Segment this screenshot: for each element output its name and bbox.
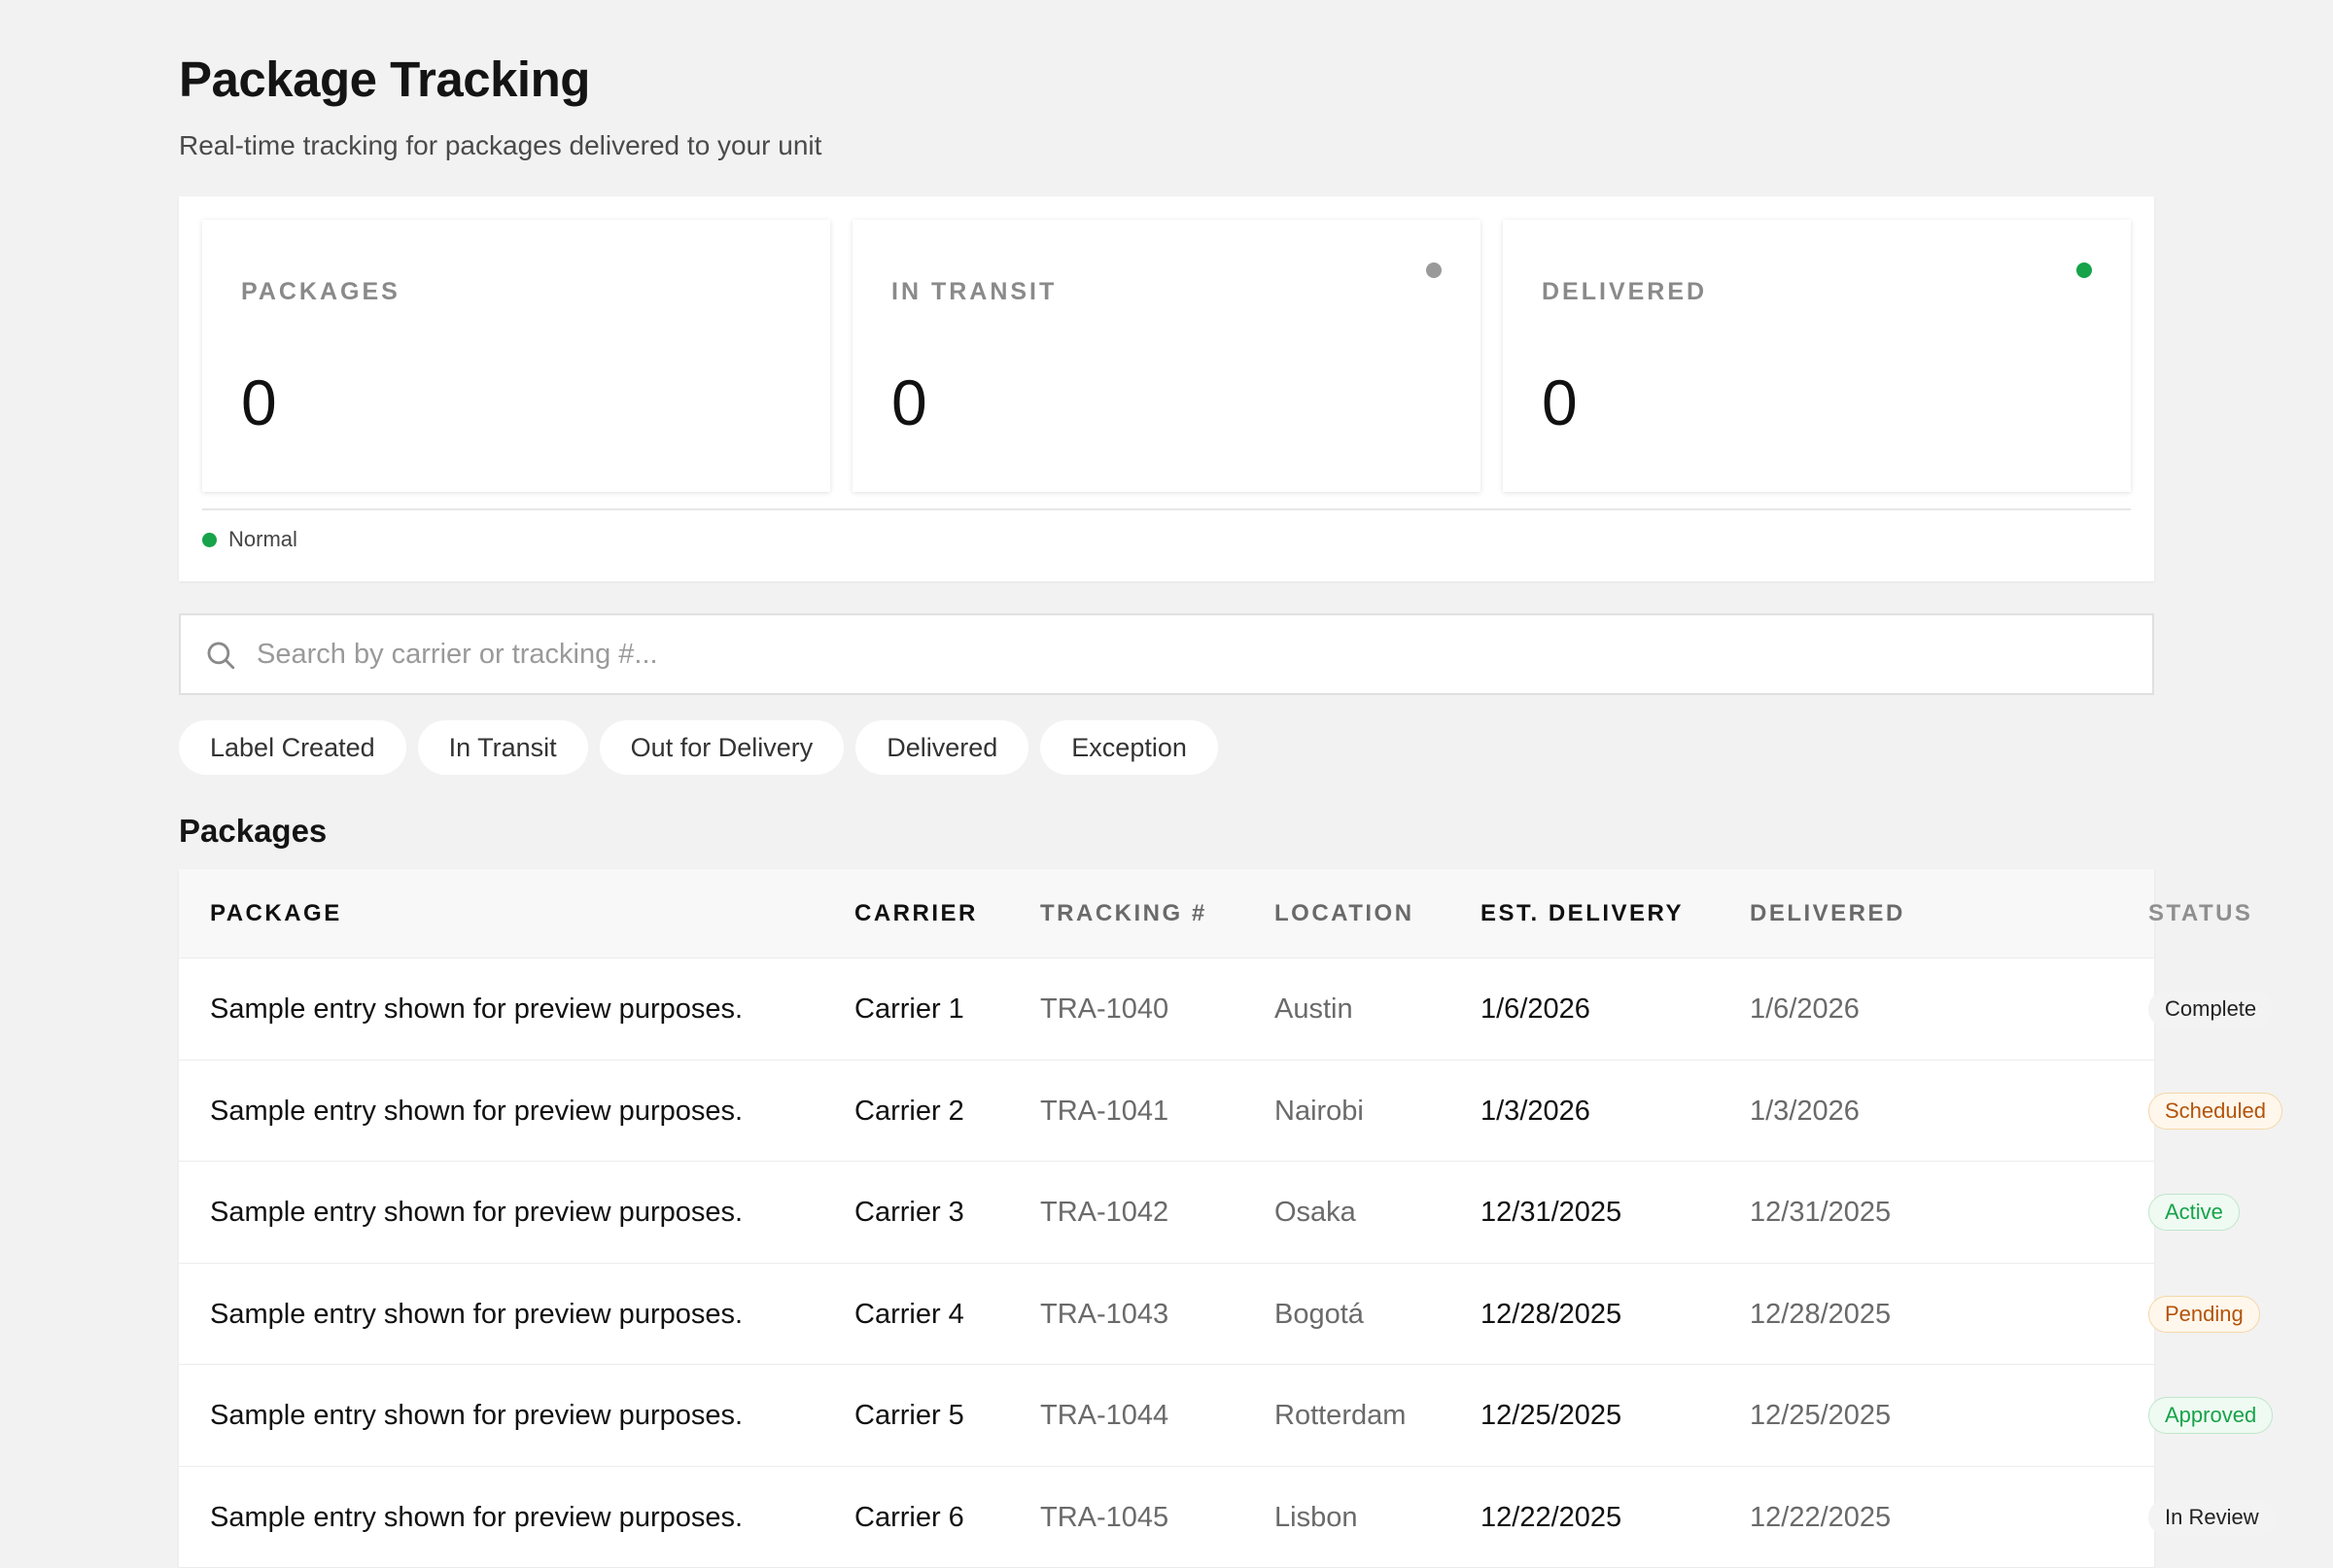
location-cell: Rotterdam <box>1274 1365 1406 1466</box>
status-badge: Scheduled <box>2148 1093 2282 1130</box>
stat-card-delivered: DELIVERED 0 <box>1503 220 2131 492</box>
delivered-date-cell: 12/28/2025 <box>1750 1264 1891 1365</box>
filter-chip-exception[interactable]: Exception <box>1040 720 1218 775</box>
table-row[interactable]: Sample entry shown for preview purposes.… <box>179 1264 2154 1366</box>
carrier-cell: Carrier 3 <box>854 1162 964 1263</box>
status-badge: Active <box>2148 1194 2240 1231</box>
status-cell: Pending <box>2148 1264 2260 1365</box>
package-cell: Sample entry shown for preview purposes. <box>210 1365 743 1466</box>
stats-panel: PACKAGES 0 IN TRANSIT 0 DELIVERED 0 Norm… <box>179 196 2154 581</box>
package-cell: Sample entry shown for preview purposes. <box>210 1467 743 1568</box>
status-cell: Approved <box>2148 1365 2273 1466</box>
page-title: Package Tracking <box>179 51 590 108</box>
filter-chip-in-transit[interactable]: In Transit <box>418 720 588 775</box>
tracking-number-cell: TRA-1044 <box>1040 1365 1168 1466</box>
status-cell: Complete <box>2148 958 2273 1060</box>
page-subtitle: Real-time tracking for packages delivere… <box>179 130 821 161</box>
status-badge: Pending <box>2148 1296 2260 1333</box>
carrier-cell: Carrier 1 <box>854 958 964 1060</box>
column-header-status[interactable]: STATUS <box>2148 869 2252 958</box>
stat-value: 0 <box>241 366 277 439</box>
tracking-number-cell: TRA-1040 <box>1040 958 1168 1060</box>
filter-chip-label-created[interactable]: Label Created <box>179 720 406 775</box>
table-header: PACKAGE CARRIER TRACKING # LOCATION EST.… <box>179 869 2154 958</box>
package-cell: Sample entry shown for preview purposes. <box>210 1162 743 1263</box>
stat-card-in-transit: IN TRANSIT 0 <box>853 220 1480 492</box>
delivered-date-cell: 12/22/2025 <box>1750 1467 1891 1568</box>
column-header-delivered[interactable]: DELIVERED <box>1750 869 1905 958</box>
carrier-cell: Carrier 5 <box>854 1365 964 1466</box>
delivered-date-cell: 12/31/2025 <box>1750 1162 1891 1263</box>
column-header-carrier[interactable]: CARRIER <box>854 869 978 958</box>
table-row[interactable]: Sample entry shown for preview purposes.… <box>179 1162 2154 1264</box>
table-row[interactable]: Sample entry shown for preview purposes.… <box>179 1061 2154 1163</box>
filter-chips: Label Created In Transit Out for Deliver… <box>179 720 1218 775</box>
package-cell: Sample entry shown for preview purposes. <box>210 1061 743 1162</box>
est-delivery-cell: 12/22/2025 <box>1480 1467 1621 1568</box>
tracking-number-cell: TRA-1042 <box>1040 1162 1168 1263</box>
table-row[interactable]: Sample entry shown for preview purposes.… <box>179 958 2154 1061</box>
table-body: Sample entry shown for preview purposes.… <box>179 958 2154 1568</box>
table-row[interactable]: Sample entry shown for preview purposes.… <box>179 1365 2154 1467</box>
stat-value: 0 <box>891 366 927 439</box>
filter-chip-out-for-delivery[interactable]: Out for Delivery <box>600 720 845 775</box>
search-input[interactable] <box>257 615 2104 693</box>
delivered-date-cell: 1/6/2026 <box>1750 958 1860 1060</box>
stat-label: IN TRANSIT <box>891 278 1057 306</box>
column-header-package[interactable]: PACKAGE <box>210 869 342 958</box>
location-cell: Bogotá <box>1274 1264 1364 1365</box>
section-title: Packages <box>179 813 327 850</box>
status-cell: In Review <box>2148 1467 2276 1568</box>
location-cell: Nairobi <box>1274 1061 1364 1162</box>
status-badge: Complete <box>2148 991 2273 1028</box>
column-header-tracking[interactable]: TRACKING # <box>1040 869 1207 958</box>
status-dot-icon <box>1426 262 1442 278</box>
packages-table: PACKAGE CARRIER TRACKING # LOCATION EST.… <box>179 869 2154 1568</box>
stat-label: PACKAGES <box>241 278 400 306</box>
location-cell: Austin <box>1274 958 1353 1060</box>
search-bar[interactable] <box>179 613 2154 695</box>
stat-label: DELIVERED <box>1542 278 1707 306</box>
status-cell: Active <box>2148 1162 2240 1263</box>
est-delivery-cell: 12/28/2025 <box>1480 1264 1621 1365</box>
status-cell: Scheduled <box>2148 1061 2282 1162</box>
column-header-est-delivery[interactable]: EST. DELIVERY <box>1480 869 1684 958</box>
filter-chip-delivered[interactable]: Delivered <box>855 720 1028 775</box>
divider <box>202 508 2131 510</box>
package-cell: Sample entry shown for preview purposes. <box>210 1264 743 1365</box>
est-delivery-cell: 1/6/2026 <box>1480 958 1590 1060</box>
est-delivery-cell: 12/31/2025 <box>1480 1162 1621 1263</box>
carrier-cell: Carrier 4 <box>854 1264 964 1365</box>
location-cell: Lisbon <box>1274 1467 1357 1568</box>
status-dot-icon <box>2076 262 2092 278</box>
stat-card-packages: PACKAGES 0 <box>202 220 830 492</box>
legend-label: Normal <box>228 527 297 552</box>
est-delivery-cell: 1/3/2026 <box>1480 1061 1590 1162</box>
stat-value: 0 <box>1542 366 1578 439</box>
table-row[interactable]: Sample entry shown for preview purposes.… <box>179 1467 2154 1568</box>
delivered-date-cell: 1/3/2026 <box>1750 1061 1860 1162</box>
column-header-location[interactable]: LOCATION <box>1274 869 1414 958</box>
status-dot-icon <box>202 533 217 547</box>
status-badge: Approved <box>2148 1397 2273 1434</box>
carrier-cell: Carrier 6 <box>854 1467 964 1568</box>
package-cell: Sample entry shown for preview purposes. <box>210 958 743 1060</box>
status-badge: In Review <box>2148 1499 2276 1536</box>
search-icon <box>204 639 237 672</box>
delivered-date-cell: 12/25/2025 <box>1750 1365 1891 1466</box>
status-legend: Normal <box>202 527 297 552</box>
est-delivery-cell: 12/25/2025 <box>1480 1365 1621 1466</box>
carrier-cell: Carrier 2 <box>854 1061 964 1162</box>
tracking-number-cell: TRA-1045 <box>1040 1467 1168 1568</box>
tracking-number-cell: TRA-1043 <box>1040 1264 1168 1365</box>
tracking-number-cell: TRA-1041 <box>1040 1061 1168 1162</box>
location-cell: Osaka <box>1274 1162 1356 1263</box>
